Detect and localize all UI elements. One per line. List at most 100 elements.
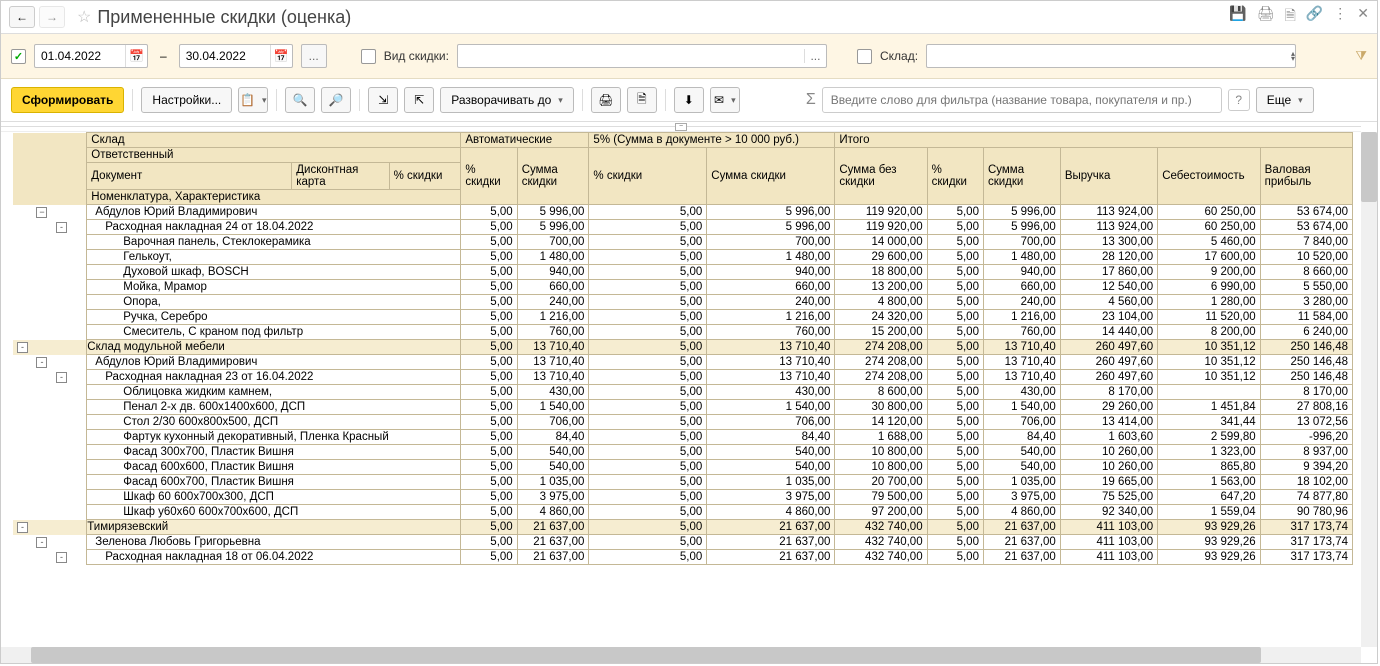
cell: 5,00 — [927, 475, 983, 490]
report-table: Склад Автоматические 5% (Сумма в докумен… — [13, 132, 1353, 565]
collapse-button[interactable]: ⇱ — [404, 87, 434, 113]
dots-icon[interactable]: ... — [804, 49, 826, 63]
tree-toggle[interactable]: - — [17, 342, 28, 353]
cell: 8 600,00 — [835, 385, 927, 400]
date-from-field[interactable]: 📅 — [34, 44, 148, 68]
cell: 5,00 — [927, 295, 983, 310]
find-button[interactable]: 🔍 — [285, 87, 315, 113]
vertical-scrollbar[interactable] — [1361, 132, 1377, 647]
cell: 4 800,00 — [835, 295, 927, 310]
hdr-pct2: % скидки — [589, 148, 707, 205]
cell: 240,00 — [983, 295, 1060, 310]
date-from-input[interactable] — [35, 49, 125, 63]
cell: 84,40 — [517, 430, 589, 445]
cell: 5 460,00 — [1158, 235, 1260, 250]
cell: 5,00 — [461, 205, 517, 220]
print-button[interactable]: 🖨 — [591, 87, 621, 113]
back-button[interactable]: ← — [9, 6, 35, 28]
collapse-handle-icon[interactable]: − — [675, 123, 687, 131]
date-to-field[interactable]: 📅 — [179, 44, 293, 68]
row-label: Ручка, Серебро — [87, 310, 461, 325]
tree-toggle[interactable]: - — [56, 222, 67, 233]
save-as-button[interactable]: ⬇ — [674, 87, 704, 113]
cell: 4 860,00 — [517, 505, 589, 520]
cell: 5 996,00 — [517, 220, 589, 235]
calendar-icon[interactable]: 📅 — [270, 45, 292, 67]
save-icon[interactable]: 💾 — [1229, 5, 1246, 29]
calendar-icon[interactable]: 📅 — [125, 45, 147, 67]
horizontal-scrollbar[interactable] — [1, 647, 1361, 663]
cell: 13 710,40 — [707, 340, 835, 355]
favorite-star-icon[interactable]: ☆ — [77, 7, 91, 27]
filter-word-input[interactable] — [822, 87, 1222, 113]
cell: 23 104,00 — [1060, 310, 1157, 325]
cell: 13 710,40 — [707, 355, 835, 370]
discount-type-input[interactable]: ... — [457, 44, 827, 68]
discount-type-checkbox[interactable] — [361, 49, 376, 64]
cell: 8 937,00 — [1260, 445, 1352, 460]
settings-button[interactable]: Настройки... — [141, 87, 232, 113]
tree-toggle[interactable]: − — [36, 207, 47, 218]
variants-button[interactable]: 📋▾ — [238, 87, 268, 113]
email-button[interactable]: ✉▾ — [710, 87, 740, 113]
period-checkbox[interactable] — [11, 49, 26, 64]
cell: 5,00 — [927, 265, 983, 280]
cell: 5,00 — [927, 235, 983, 250]
cell: 5,00 — [461, 235, 517, 250]
row-label: Стол 2/30 600x800x500, ДСП — [87, 415, 461, 430]
cell: 21 637,00 — [707, 520, 835, 535]
tree-toggle[interactable]: - — [36, 357, 47, 368]
link-icon[interactable]: 🔗 — [1306, 5, 1323, 29]
cell: 240,00 — [517, 295, 589, 310]
cell: 119 920,00 — [835, 205, 927, 220]
warehouse-checkbox[interactable] — [857, 49, 872, 64]
tree-toggle[interactable]: - — [56, 372, 67, 383]
cell: 1 688,00 — [835, 430, 927, 445]
cell: 97 200,00 — [835, 505, 927, 520]
row-label: Абдулов Юрий Владимирович — [87, 355, 461, 370]
cell: 540,00 — [707, 460, 835, 475]
cell: 19 665,00 — [1060, 475, 1157, 490]
cell: 90 780,96 — [1260, 505, 1352, 520]
kebab-menu-icon[interactable]: ⋮ — [1333, 5, 1347, 29]
cell: 1 323,00 — [1158, 445, 1260, 460]
cell: 5,00 — [927, 400, 983, 415]
preview-icon[interactable]: 🗎 — [1285, 5, 1296, 29]
expand-to-button[interactable]: Разворачивать до▾ — [440, 87, 574, 113]
cell: 1 480,00 — [517, 250, 589, 265]
period-picker-button[interactable]: ... — [301, 44, 327, 68]
cell: 940,00 — [983, 265, 1060, 280]
funnel-icon[interactable]: ⧩ — [1355, 48, 1367, 64]
cell: 5,00 — [927, 355, 983, 370]
cell: 13 710,40 — [517, 355, 589, 370]
cell: 1 451,84 — [1158, 400, 1260, 415]
find-next-button[interactable]: 🔎 — [321, 87, 351, 113]
cell: 13 200,00 — [835, 280, 927, 295]
date-to-input[interactable] — [180, 49, 270, 63]
cell: 13 710,40 — [983, 340, 1060, 355]
hdr-discount-card: Дисконтная карта — [292, 163, 389, 190]
cell: 3 975,00 — [983, 490, 1060, 505]
forward-button[interactable]: → — [39, 6, 65, 28]
cell: 14 440,00 — [1060, 325, 1157, 340]
close-icon[interactable]: ✕ — [1357, 5, 1369, 29]
cell: 1 480,00 — [983, 250, 1060, 265]
tree-toggle[interactable]: - — [56, 552, 67, 563]
filter-bar: 📅 – 📅 ... Вид скидки: ... Склад: ▴▾ ⧩ — [1, 34, 1377, 79]
tree-toggle[interactable]: - — [36, 537, 47, 548]
print-icon[interactable]: 🖨 — [1257, 5, 1275, 29]
updown-icon[interactable]: ▴▾ — [1291, 51, 1295, 61]
expand-button[interactable]: ⇲ — [368, 87, 398, 113]
cell: 660,00 — [707, 280, 835, 295]
cell — [1158, 385, 1260, 400]
warehouse-input[interactable]: ▴▾ — [926, 44, 1296, 68]
print-preview-button[interactable]: 🗎 — [627, 87, 657, 113]
more-button[interactable]: Еще▾ — [1256, 87, 1314, 113]
help-button[interactable]: ? — [1228, 89, 1250, 111]
cell: 5,00 — [589, 295, 707, 310]
generate-button[interactable]: Сформировать — [11, 87, 124, 113]
cell: 13 072,56 — [1260, 415, 1352, 430]
tree-toggle[interactable]: - — [17, 522, 28, 533]
cell: 3 975,00 — [517, 490, 589, 505]
cell: 1 540,00 — [707, 400, 835, 415]
